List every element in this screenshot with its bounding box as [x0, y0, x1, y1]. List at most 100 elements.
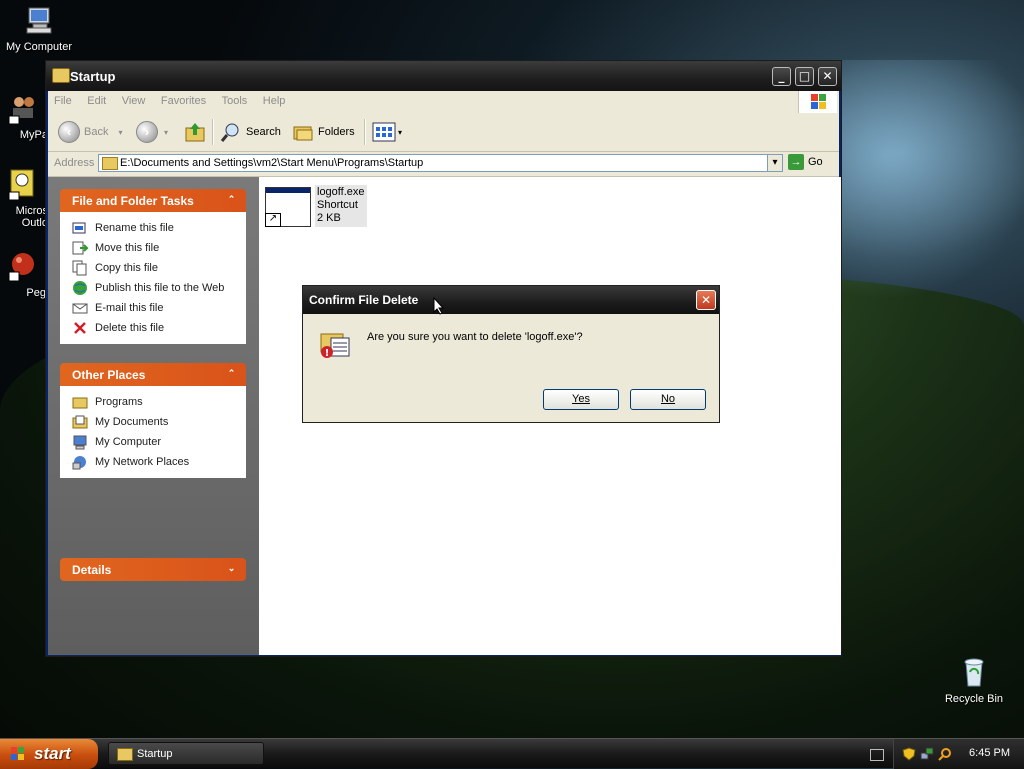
system-tray: 6:45 PM: [893, 739, 1024, 769]
my-computer-icon: [26, 7, 52, 34]
details-panel: Details ⌄: [60, 558, 246, 581]
panel-title: File and Folder Tasks: [72, 194, 194, 208]
file-item-text: logoff.exe Shortcut 2 KB: [315, 185, 367, 227]
desktop-wallpaper-glow: [820, 60, 1024, 300]
place-label: My Documents: [95, 416, 169, 428]
no-button[interactable]: No: [630, 389, 706, 410]
network-places-icon: [72, 456, 86, 470]
address-input[interactable]: E:\Documents and Settings\vm2\Start Menu…: [98, 154, 782, 172]
yes-button[interactable]: Yes: [543, 389, 619, 410]
my-documents-icon: [72, 415, 88, 429]
chevron-down-icon: ▾: [164, 127, 169, 137]
folders-icon: [293, 126, 313, 141]
place-my-documents[interactable]: My Documents: [60, 412, 246, 432]
address-value: E:\Documents and Settings\vm2\Start Menu…: [120, 157, 424, 169]
folder-icon: [72, 397, 88, 409]
panel-header[interactable]: Details ⌄: [60, 558, 246, 581]
folders-button[interactable]: Folders: [292, 119, 355, 145]
globe-icon: [73, 281, 87, 295]
close-button[interactable]: ✕: [818, 67, 837, 86]
start-label: start: [34, 744, 71, 763]
task-label: Move this file: [95, 242, 160, 254]
task-label: Delete this file: [95, 322, 165, 334]
forward-button[interactable]: › ▾: [136, 119, 168, 145]
chevron-up-icon[interactable]: ⌃: [225, 193, 238, 206]
dialog-titlebar[interactable]: Confirm File Delete ✕: [303, 286, 719, 314]
email-icon: [72, 303, 88, 314]
menu-favorites[interactable]: Favorites: [155, 91, 212, 107]
desktop-icon-recycle-bin[interactable]: Recycle Bin: [935, 656, 1013, 705]
place-programs[interactable]: Programs: [60, 392, 246, 412]
start-button[interactable]: start: [0, 739, 98, 769]
task-label: Publish this file to the Web: [95, 282, 225, 294]
place-my-computer[interactable]: My Computer: [60, 432, 246, 452]
views-icon: [372, 122, 396, 142]
other-places-panel: Other Places ⌃ Programs My Documents My …: [60, 363, 246, 478]
search-label: Search: [246, 126, 281, 138]
back-button[interactable]: ‹ Back ▾: [58, 119, 122, 145]
delete-x-icon: [74, 322, 86, 334]
dialog-title: Confirm File Delete: [309, 293, 419, 307]
search-icon: [220, 123, 239, 142]
up-folder-button[interactable]: [184, 119, 206, 145]
views-button[interactable]: ▾: [372, 119, 402, 145]
my-computer-icon: [73, 435, 87, 450]
desktop-icon-my-computer[interactable]: My Computer: [0, 4, 78, 53]
toolbar: ‹ Back ▾ › ▾ Search Folders ▾: [48, 113, 839, 152]
panel-header[interactable]: Other Places ⌃: [60, 363, 246, 386]
chevron-down-icon: ▾: [398, 127, 403, 137]
taskbar-item-label: Startup: [137, 748, 173, 760]
menu-help[interactable]: Help: [257, 91, 292, 107]
svg-text:!: !: [325, 348, 330, 359]
recycle-bin-icon: [964, 658, 984, 687]
minimize-button[interactable]: _: [772, 67, 791, 86]
security-shield-icon[interactable]: [902, 747, 916, 761]
keyboard-icon[interactable]: [870, 749, 884, 761]
task-delete[interactable]: Delete this file: [60, 318, 246, 338]
task-email[interactable]: E-mail this file: [60, 298, 246, 318]
menu-file[interactable]: File: [48, 91, 78, 107]
panel-title: Other Places: [72, 368, 146, 382]
back-arrow-icon: ‹: [58, 121, 80, 143]
clock[interactable]: 6:45 PM: [969, 747, 1010, 759]
search-tray-icon[interactable]: [938, 747, 952, 761]
delete-file-warning-icon: !: [320, 333, 350, 359]
dialog-close-button[interactable]: ✕: [696, 290, 716, 310]
task-label: E-mail this file: [95, 302, 164, 314]
toolbar-separator: [364, 119, 366, 145]
shortcut-arrow-icon: ↗: [265, 213, 281, 227]
file-item-logoff[interactable]: ↗ logoff.exe Shortcut 2 KB: [263, 185, 367, 227]
task-publish[interactable]: Publish this file to the Web: [60, 278, 246, 298]
panel-header[interactable]: File and Folder Tasks ⌃: [60, 189, 246, 212]
people-icon: [8, 97, 34, 125]
chevron-down-icon: ▾: [118, 127, 123, 137]
chevron-down-icon[interactable]: ⌄: [225, 562, 238, 575]
toolbar-separator: [212, 119, 214, 145]
place-label: Programs: [95, 396, 143, 408]
go-button[interactable]: → Go: [788, 154, 823, 170]
taskbar-item-startup[interactable]: Startup: [108, 742, 264, 765]
task-move[interactable]: Move this file: [60, 238, 246, 258]
place-label: My Network Places: [95, 456, 190, 468]
task-copy[interactable]: Copy this file: [60, 258, 246, 278]
search-button[interactable]: Search: [220, 119, 281, 145]
move-icon: [72, 241, 88, 255]
maximize-button[interactable]: □: [795, 67, 814, 86]
task-rename[interactable]: Rename this file: [60, 218, 246, 238]
menu-tools[interactable]: Tools: [216, 91, 254, 107]
folder-icon: [52, 68, 70, 83]
go-arrow-icon: →: [788, 154, 804, 170]
chevron-up-icon[interactable]: ⌃: [225, 367, 238, 380]
menu-edit[interactable]: Edit: [81, 91, 112, 107]
up-folder-icon: [185, 123, 205, 142]
address-dropdown-button[interactable]: ▾: [767, 154, 783, 172]
file-folder-tasks-panel: File and Folder Tasks ⌃ Rename this file…: [60, 189, 246, 344]
menu-view[interactable]: View: [116, 91, 152, 107]
folder-icon: [102, 157, 118, 170]
network-icon[interactable]: [920, 747, 934, 761]
windows-logo-icon: [798, 91, 837, 113]
copy-icon: [72, 260, 87, 276]
window-titlebar[interactable]: Startup _ □ ✕: [46, 61, 841, 91]
place-my-network-places[interactable]: My Network Places: [60, 452, 246, 472]
dialog-message: Are you sure you want to delete 'logoff.…: [367, 331, 583, 343]
